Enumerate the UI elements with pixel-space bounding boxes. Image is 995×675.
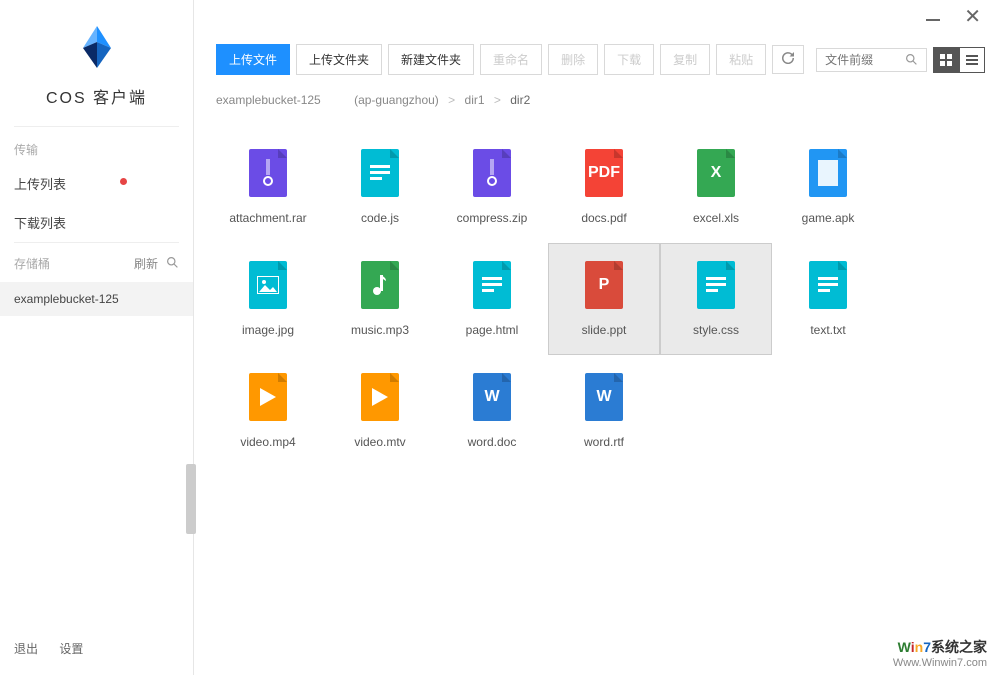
grid-view-button[interactable]	[933, 47, 959, 73]
download-button[interactable]: 下载	[604, 44, 654, 75]
sidebar-item-upload-list[interactable]: 上传列表	[0, 164, 193, 203]
breadcrumb: examplebucket-125 (ap-guangzhou) > dir1 …	[194, 75, 995, 111]
search-icon	[905, 53, 918, 66]
refresh-button[interactable]	[772, 45, 804, 74]
file-type-icon: X	[697, 149, 735, 197]
search-box[interactable]	[816, 48, 927, 72]
close-button[interactable]: ✕	[964, 10, 981, 24]
file-name-label: image.jpg	[242, 323, 294, 337]
window-controls: ✕	[926, 10, 981, 24]
sidebar-footer: 退出 设置	[0, 622, 193, 675]
breadcrumb-bucket[interactable]: examplebucket-125 (ap-guangzhou)	[216, 93, 439, 107]
file-type-icon	[249, 149, 287, 197]
upload-folder-button[interactable]: 上传文件夹	[296, 44, 382, 75]
logo-area: COS 客户端	[0, 0, 193, 126]
file-name-label: style.css	[693, 323, 739, 337]
file-name-label: docs.pdf	[581, 211, 626, 225]
toolbar: 上传文件 上传文件夹 新建文件夹 重命名 删除 下载 复制 粘贴	[194, 0, 995, 75]
sidebar: COS 客户端 传输 上传列表 下载列表 存储桶 刷新 examplebucke…	[0, 0, 194, 675]
file-name-label: compress.zip	[457, 211, 528, 225]
file-item[interactable]: Wword.rtf	[548, 355, 660, 467]
list-view-button[interactable]	[959, 47, 985, 73]
file-item[interactable]: video.mtv	[324, 355, 436, 467]
file-type-icon	[361, 261, 399, 309]
storage-section-header: 存储桶 刷新	[0, 243, 193, 282]
file-item[interactable]: compress.zip	[436, 131, 548, 243]
notification-dot-icon	[120, 178, 127, 185]
new-folder-button[interactable]: 新建文件夹	[388, 44, 474, 75]
file-type-icon	[249, 261, 287, 309]
file-type-icon: W	[585, 373, 623, 421]
minimize-button[interactable]	[926, 13, 940, 21]
file-item[interactable]: code.js	[324, 131, 436, 243]
file-type-icon	[473, 261, 511, 309]
file-type-icon	[809, 261, 847, 309]
file-item[interactable]: style.css	[660, 243, 772, 355]
file-item[interactable]: image.jpg	[212, 243, 324, 355]
app-title: COS 客户端	[0, 84, 193, 108]
paste-button[interactable]: 粘贴	[716, 44, 766, 75]
bucket-list: examplebucket-125	[0, 282, 193, 316]
breadcrumb-separator: >	[494, 93, 501, 107]
file-item[interactable]: page.html	[436, 243, 548, 355]
sidebar-item-label: 上传列表	[14, 177, 66, 192]
refresh-link[interactable]: 刷新	[134, 255, 158, 272]
search-input[interactable]	[825, 53, 905, 67]
file-item[interactable]: Wword.doc	[436, 355, 548, 467]
upload-file-button[interactable]: 上传文件	[216, 44, 290, 75]
file-name-label: word.doc	[468, 435, 517, 449]
exit-link[interactable]: 退出	[14, 642, 38, 656]
file-item[interactable]: Pslide.ppt	[548, 243, 660, 355]
file-name-label: video.mp4	[240, 435, 295, 449]
sidebar-item-download-list[interactable]: 下载列表	[0, 203, 193, 242]
breadcrumb-separator: >	[448, 93, 455, 107]
file-item[interactable]: attachment.rar	[212, 131, 324, 243]
file-type-icon	[361, 373, 399, 421]
sidebar-item-label: 下载列表	[14, 216, 66, 231]
refresh-icon	[782, 52, 794, 64]
bucket-item[interactable]: examplebucket-125	[0, 282, 193, 316]
list-icon	[966, 54, 978, 66]
file-name-label: game.apk	[802, 211, 855, 225]
file-name-label: word.rtf	[584, 435, 624, 449]
settings-link[interactable]: 设置	[59, 642, 83, 656]
file-name-label: video.mtv	[354, 435, 405, 449]
minimize-icon	[926, 19, 940, 21]
view-toggle	[933, 47, 985, 73]
file-name-label: page.html	[466, 323, 519, 337]
grid-icon	[940, 54, 952, 66]
rename-button[interactable]: 重命名	[480, 44, 542, 75]
copy-button[interactable]: 复制	[660, 44, 710, 75]
file-name-label: code.js	[361, 211, 399, 225]
file-type-icon: PDF	[585, 149, 623, 197]
breadcrumb-segment[interactable]: dir1	[465, 93, 485, 107]
transfer-section-label: 传输	[0, 127, 193, 164]
file-type-icon	[473, 149, 511, 197]
file-item[interactable]: PDF docs.pdf	[548, 131, 660, 243]
file-name-label: text.txt	[810, 323, 845, 337]
file-name-label: slide.ppt	[582, 323, 627, 337]
file-type-icon	[697, 261, 735, 309]
watermark: Win7系统之家 Www.Winwin7.com	[893, 637, 987, 669]
main-panel: ✕ 上传文件 上传文件夹 新建文件夹 重命名 删除 下载 复制 粘贴 examp…	[194, 0, 995, 675]
file-type-icon	[361, 149, 399, 197]
file-item[interactable]: music.mp3	[324, 243, 436, 355]
file-type-icon	[249, 373, 287, 421]
file-grid: attachment.rar code.js compress.zip PDF docs…	[194, 111, 995, 487]
search-icon[interactable]	[166, 256, 179, 272]
file-type-icon: P	[585, 261, 623, 309]
file-type-icon: W	[473, 373, 511, 421]
breadcrumb-current: dir2	[510, 93, 530, 107]
file-item[interactable]: game.apk	[772, 131, 884, 243]
app-logo-icon	[73, 24, 121, 72]
file-name-label: excel.xls	[693, 211, 739, 225]
file-item[interactable]: Xexcel.xls	[660, 131, 772, 243]
storage-section-label: 存储桶	[14, 255, 50, 272]
file-item[interactable]: text.txt	[772, 243, 884, 355]
file-name-label: attachment.rar	[229, 211, 306, 225]
file-item[interactable]: video.mp4	[212, 355, 324, 467]
file-type-icon	[809, 149, 847, 197]
delete-button[interactable]: 删除	[548, 44, 598, 75]
file-name-label: music.mp3	[351, 323, 409, 337]
